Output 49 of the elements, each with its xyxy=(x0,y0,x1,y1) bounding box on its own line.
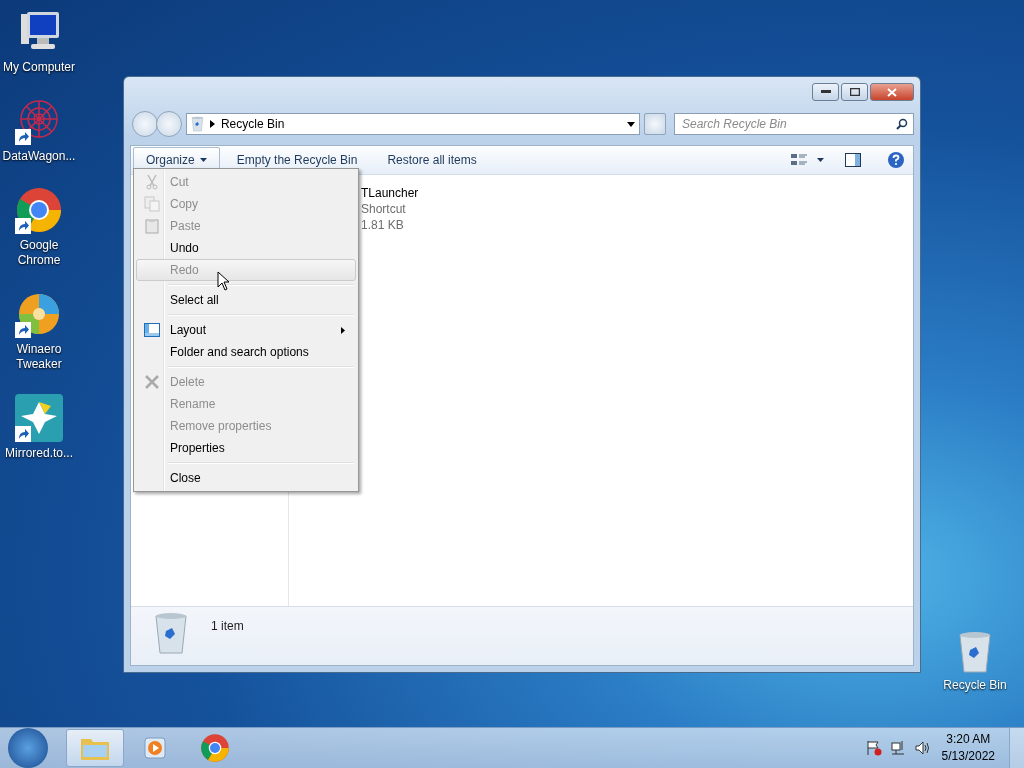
clock-time[interactable]: 3:20 AM xyxy=(946,731,991,748)
address-bar[interactable]: Recycle Bin xyxy=(186,113,640,135)
toolbar-button[interactable]: Restore all items xyxy=(374,147,490,173)
menu-item[interactable]: Close xyxy=(136,467,356,489)
clock-date[interactable]: 5/13/2022 xyxy=(941,748,995,765)
menu-item[interactable]: Properties xyxy=(136,437,356,459)
search-icon xyxy=(896,118,908,130)
copy-icon xyxy=(144,196,160,212)
scissors-icon xyxy=(145,174,159,190)
maximize-button[interactable] xyxy=(841,83,868,101)
preview-pane-icon[interactable] xyxy=(845,153,861,167)
view-options-icon[interactable] xyxy=(791,153,825,167)
close-icon xyxy=(887,87,897,97)
chrome-icon xyxy=(200,733,230,763)
minimize-icon xyxy=(820,90,831,94)
desktop-icon-label[interactable]: Mirrored.to... xyxy=(5,446,73,461)
delete-x-icon xyxy=(145,375,159,389)
desktop-icon-label[interactable]: Recycle Bin xyxy=(943,678,1007,693)
file-name[interactable]: TLauncher xyxy=(361,185,913,201)
recycle-bin-icon xyxy=(957,630,993,674)
recycle-bin-icon xyxy=(191,116,204,132)
desktop-icon-label[interactable]: Winaero Tweaker xyxy=(0,342,78,372)
search-field[interactable]: Search Recycle Bin xyxy=(674,113,914,135)
help-icon[interactable] xyxy=(887,151,905,169)
maximize-icon xyxy=(849,88,860,96)
desktop-icon-label[interactable]: Google Chrome xyxy=(0,238,78,268)
toolbar-button[interactable]: Empty the Recycle Bin xyxy=(223,147,371,173)
desktop-icon-label[interactable]: My Computer xyxy=(3,60,75,75)
recycle-bin-icon xyxy=(153,611,189,655)
network-icon[interactable] xyxy=(889,740,906,756)
caret-icon xyxy=(199,158,207,162)
start-button[interactable] xyxy=(8,728,48,768)
speaker-icon[interactable] xyxy=(913,740,930,756)
media-player-icon xyxy=(143,736,167,760)
close-button[interactable] xyxy=(870,83,914,101)
file-size: 1.81 KB xyxy=(361,217,405,233)
file-type: Shortcut xyxy=(361,201,407,217)
flag-icon[interactable] xyxy=(865,740,882,756)
clipboard-icon xyxy=(145,218,159,234)
dropdown-arrow-icon xyxy=(627,121,635,127)
layout-icon xyxy=(144,323,160,337)
menu-item[interactable]: Undo xyxy=(136,237,356,259)
desktop-icon-label[interactable]: DataWagon... xyxy=(2,149,76,164)
minimize-button[interactable] xyxy=(812,83,839,101)
menu-item[interactable]: Layout xyxy=(136,319,356,341)
breadcrumb-arrow-icon xyxy=(209,120,215,128)
menu-item[interactable]: Select all xyxy=(136,289,356,311)
menu-item[interactable]: Folder and search options xyxy=(136,341,356,363)
item-count: 1 item xyxy=(211,619,244,633)
